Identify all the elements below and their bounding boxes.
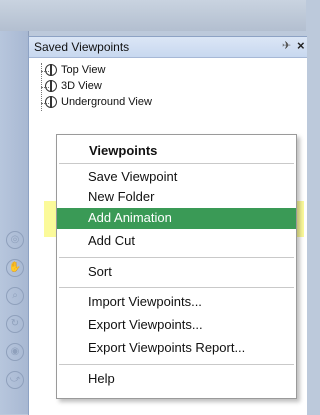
context-menu: Viewpoints Save Viewpoint New Folder Add… bbox=[56, 134, 297, 399]
zoom-icon[interactable]: ⌕ bbox=[6, 287, 24, 305]
menu-separator bbox=[59, 257, 294, 258]
menu-item-add-animation[interactable]: Add Animation bbox=[57, 208, 296, 229]
menu-item-label: New Folder bbox=[88, 189, 155, 204]
menu-item-new-folder[interactable]: New Folder bbox=[57, 187, 296, 208]
menu-item-add-cut[interactable]: Add Cut bbox=[57, 231, 296, 252]
menu-item-label: Export Viewpoints Report... bbox=[88, 340, 246, 355]
pin-icon[interactable]: ✈ bbox=[282, 39, 291, 52]
navigation-strip: ◎ ✋ ⌕ ↻ ◉ ⤻ bbox=[0, 31, 29, 414]
steering-wheel-icon[interactable]: ◎ bbox=[6, 231, 24, 249]
menu-item-save-viewpoint[interactable]: Save Viewpoint bbox=[57, 167, 296, 188]
menu-separator bbox=[59, 163, 294, 164]
menu-item-label: Help bbox=[88, 371, 115, 386]
pan-icon[interactable]: ✋ bbox=[6, 259, 24, 277]
tree-item-label: Underground View bbox=[61, 96, 152, 109]
menu-item-label: Save Viewpoint bbox=[88, 169, 178, 184]
menu-item-label: Import Viewpoints... bbox=[88, 294, 202, 309]
tree-item-3d-view[interactable]: 3D View bbox=[45, 80, 102, 96]
viewpoint-icon bbox=[45, 96, 57, 109]
menu-separator bbox=[59, 287, 294, 288]
menu-item-label: Export Viewpoints... bbox=[88, 317, 203, 332]
walk-icon[interactable]: ⤻ bbox=[6, 371, 24, 389]
orbit-icon[interactable]: ↻ bbox=[6, 315, 24, 333]
menu-item-export-viewpoints[interactable]: Export Viewpoints... bbox=[57, 315, 296, 336]
viewpoint-icon bbox=[45, 64, 57, 77]
panel-title: Saved Viewpoints bbox=[34, 40, 130, 54]
tree-item-top-view[interactable]: Top View bbox=[45, 64, 105, 80]
menu-separator bbox=[59, 364, 294, 365]
menu-item-label: Sort bbox=[88, 264, 112, 279]
tree-item-underground-view[interactable]: Underground View bbox=[45, 96, 152, 112]
menu-item-sort[interactable]: Sort bbox=[57, 262, 296, 283]
menu-item-label: Add Animation bbox=[88, 210, 172, 225]
viewpoint-icon bbox=[45, 80, 57, 93]
tree-item-label: 3D View bbox=[61, 80, 102, 93]
context-menu-title: Viewpoints bbox=[89, 143, 158, 158]
menu-item-export-viewpoints-report[interactable]: Export Viewpoints Report... bbox=[57, 338, 296, 359]
tree-item-label: Top View bbox=[61, 64, 106, 77]
close-icon[interactable]: × bbox=[297, 38, 305, 53]
look-icon[interactable]: ◉ bbox=[6, 343, 24, 361]
menu-item-label: Add Cut bbox=[88, 233, 135, 248]
panel-header: Saved Viewpoints ✈ × bbox=[29, 37, 307, 58]
menu-item-import-viewpoints[interactable]: Import Viewpoints... bbox=[57, 292, 296, 313]
application-toolbar bbox=[0, 0, 306, 31]
menu-item-help[interactable]: Help bbox=[57, 369, 296, 390]
